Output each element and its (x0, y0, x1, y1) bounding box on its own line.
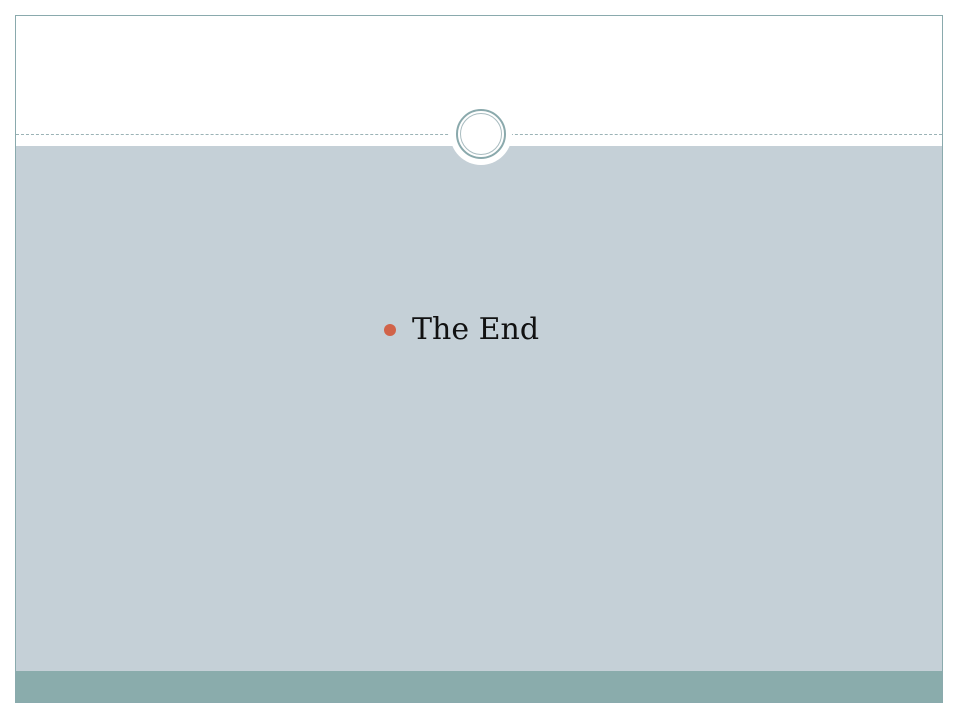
bullet-text: The End (412, 311, 540, 347)
bullet-list: The End (384, 309, 539, 349)
slide-footer-band (16, 671, 942, 702)
bullet-dot-icon (384, 324, 396, 336)
circle-ornament-inner-ring (460, 113, 502, 155)
bullet-item: The End (384, 309, 539, 349)
slide-content-area (16, 146, 942, 671)
slide (15, 15, 943, 703)
circle-ornament-icon (450, 103, 512, 165)
